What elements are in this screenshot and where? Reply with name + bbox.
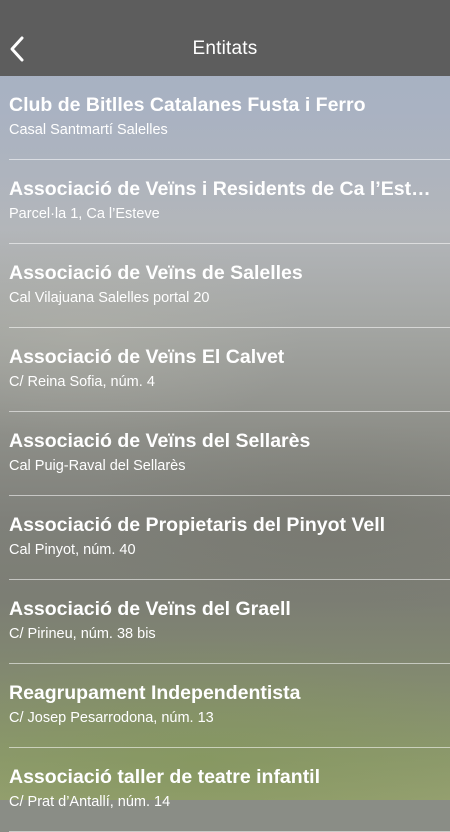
entity-address: C/ Prat d’Antallí, núm. 14 (9, 794, 171, 810)
entity-address: Cal Puig-Raval del Sellarès (9, 458, 186, 474)
entity-name: Associació de Veïns El Calvet (9, 346, 285, 368)
list-item[interactable]: Associació de Veïns i Residents de Ca l’… (0, 160, 450, 244)
entity-name: Associació de Propietaris del Pinyot Vel… (9, 514, 386, 536)
entity-list: Club de Bitlles Catalanes Fusta i Ferro … (0, 76, 450, 832)
list-item[interactable]: Associació taller de teatre infantil C/ … (0, 748, 450, 832)
list-item[interactable]: Club de Bitlles Catalanes Fusta i Ferro … (0, 76, 450, 160)
entity-address: Cal Pinyot, núm. 40 (9, 542, 136, 558)
page-title: Entitats (192, 38, 258, 59)
list-item[interactable]: Associació de Veïns del Graell C/ Pirine… (0, 580, 450, 664)
entity-address: Cal Vilajuana Salelles portal 20 (9, 290, 210, 306)
list-item[interactable]: Associació de Veïns El Calvet C/ Reina S… (0, 328, 450, 412)
entity-name: Associació de Veïns del Sellarès (9, 430, 311, 452)
entity-name: Reagrupament Independentista (9, 682, 301, 704)
entity-name: Associació de Veïns i Residents de Ca l’… (9, 178, 438, 200)
list-item[interactable]: Associació de Veïns de Salelles Cal Vila… (0, 244, 450, 328)
list-item[interactable]: Reagrupament Independentista C/ Josep Pe… (0, 664, 450, 748)
entity-address: Parcel·la 1, Ca l’Esteve (9, 206, 160, 222)
entity-name: Associació taller de teatre infantil (9, 766, 321, 788)
entity-name: Club de Bitlles Catalanes Fusta i Ferro (9, 94, 366, 116)
list-item[interactable]: Associació de Veïns del Sellarès Cal Pui… (0, 412, 450, 496)
list-item[interactable]: Associació de Propietaris del Pinyot Vel… (0, 496, 450, 580)
entity-address: Casal Santmartí Salelles (9, 122, 168, 138)
entity-name: Associació de Veïns del Graell (9, 598, 291, 620)
entity-address: C/ Reina Sofia, núm. 4 (9, 374, 155, 390)
entity-address: C/ Josep Pesarrodona, núm. 13 (9, 710, 214, 726)
entity-address: C/ Pirineu, núm. 38 bis (9, 626, 156, 642)
nav-bar: Entitats (0, 0, 450, 76)
entity-name: Associació de Veïns de Salelles (9, 262, 303, 284)
